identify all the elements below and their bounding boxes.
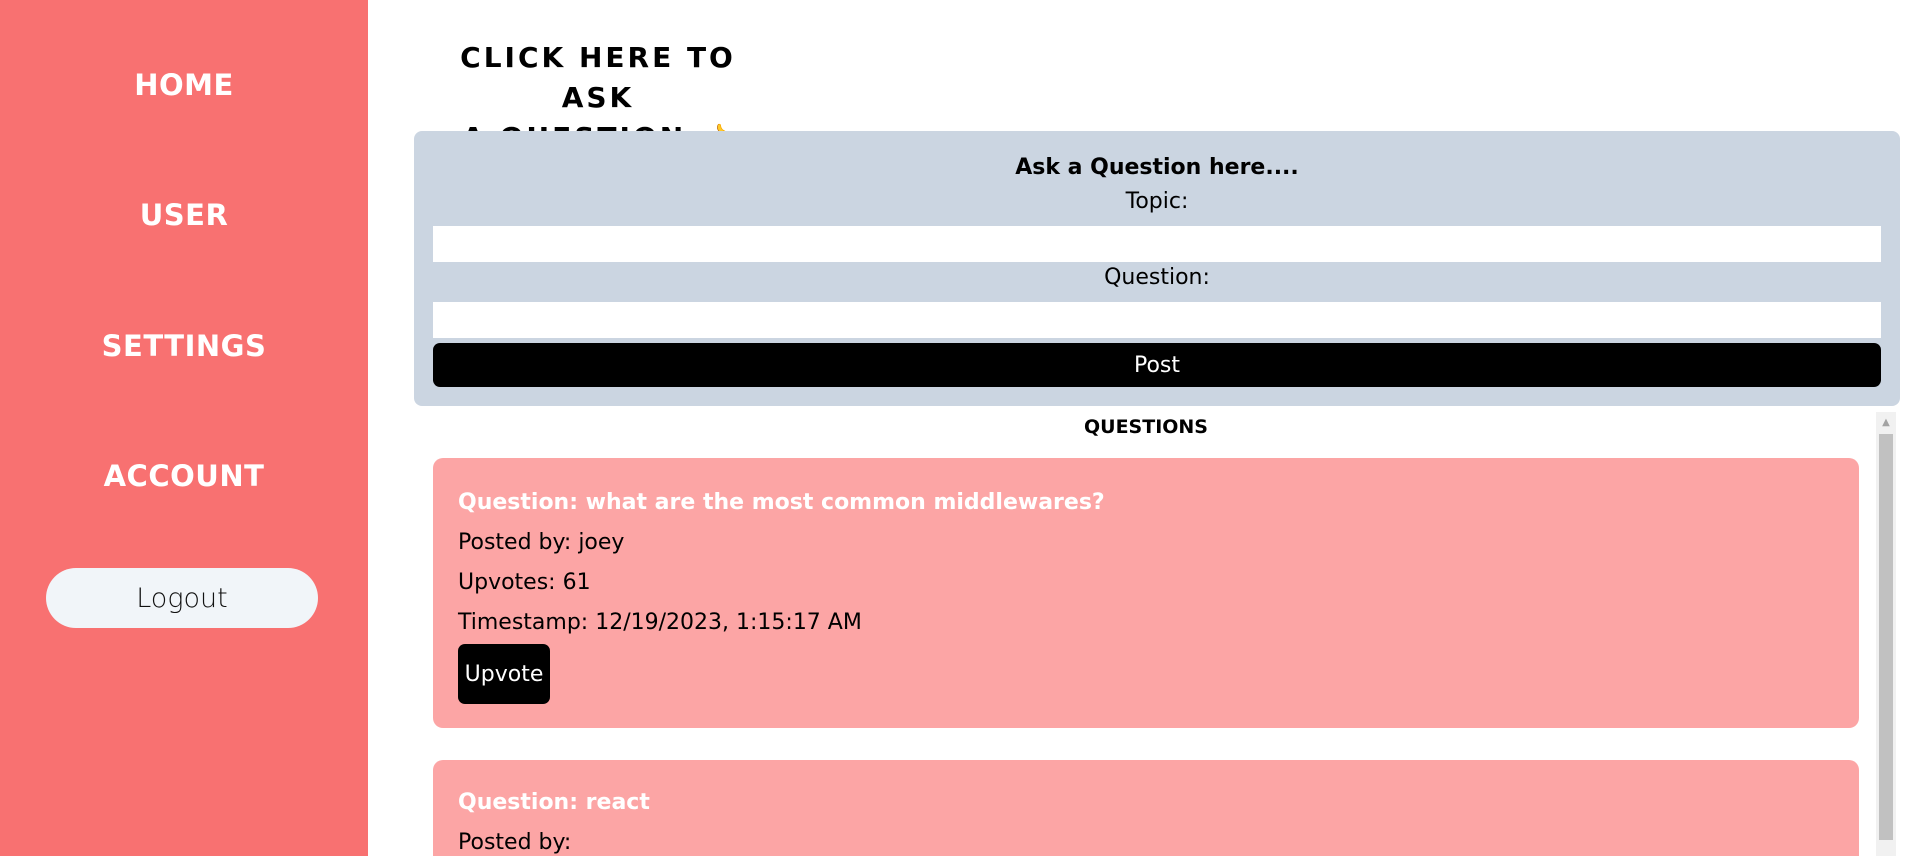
upvote-button[interactable]: Upvote	[458, 644, 550, 704]
nav-account[interactable]: ACCOUNT	[0, 459, 368, 493]
question-title: Question: react	[458, 790, 650, 815]
ask-question-line1: CLICK HERE TO ASK	[460, 41, 736, 114]
question-card: Question: react Posted by:	[433, 760, 1859, 856]
topic-input[interactable]	[433, 226, 1881, 262]
scroll-thumb[interactable]	[1879, 434, 1893, 840]
question-card: Question: what are the most common middl…	[433, 458, 1859, 728]
post-button[interactable]: Post	[433, 343, 1881, 387]
nav-settings[interactable]: SETTINGS	[0, 329, 368, 363]
nav-home[interactable]: HOME	[0, 68, 368, 102]
question-posted-by: Posted by:	[458, 830, 572, 855]
nav-user[interactable]: USER	[0, 198, 368, 232]
logout-button[interactable]: Logout	[46, 568, 318, 628]
questions-scrollbar[interactable]: ▲	[1876, 412, 1896, 856]
questions-heading: QUESTIONS	[1083, 416, 1208, 438]
question-input[interactable]	[433, 302, 1881, 338]
question-timestamp: Timestamp: 12/19/2023, 1:15:17 AM	[458, 610, 862, 635]
question-posted-by: Posted by: joey	[458, 530, 625, 555]
ask-question-form: Ask a Question here.... Topic: Question:…	[414, 131, 1900, 406]
question-upvotes: Upvotes: 61	[458, 570, 591, 595]
question-title: Question: what are the most common middl…	[458, 490, 1105, 515]
scroll-up-arrow-icon[interactable]: ▲	[1876, 412, 1896, 432]
sidebar: HOME USER SETTINGS ACCOUNT Logout	[0, 0, 368, 856]
form-title: Ask a Question here....	[1015, 155, 1299, 180]
topic-label: Topic:	[1125, 189, 1189, 214]
question-label: Question:	[1104, 265, 1210, 290]
